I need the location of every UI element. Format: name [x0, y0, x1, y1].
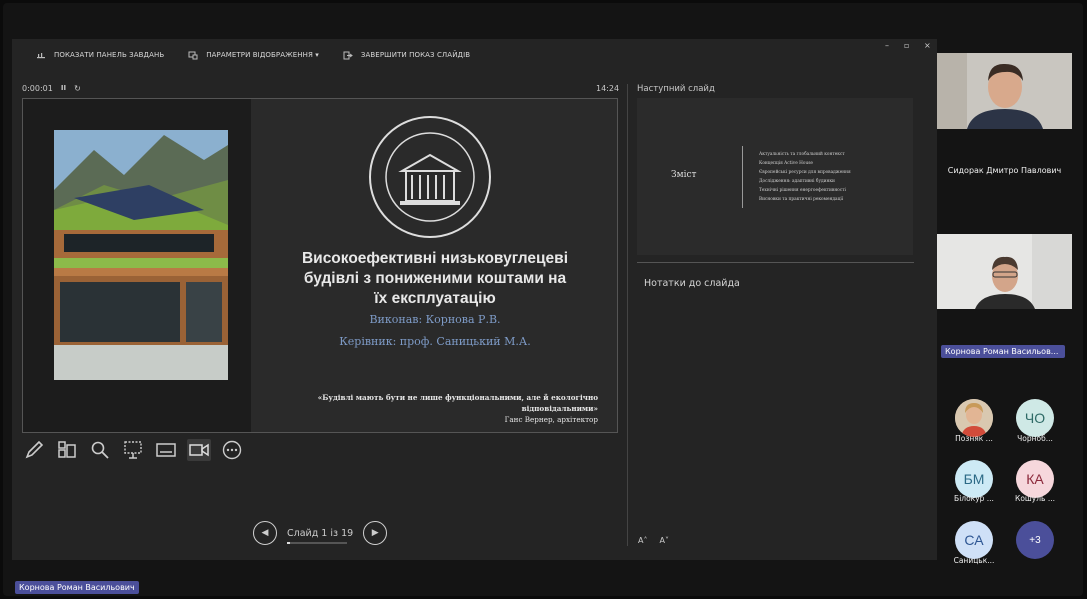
- contents-item: Висновки та практичні рекомендації: [759, 197, 844, 202]
- previous-slide-button[interactable]: ◀: [253, 521, 277, 545]
- participant-avatar-name: Позняк ...: [955, 434, 993, 443]
- notes-divider: [637, 262, 914, 263]
- contents-item: Технічні рішення енергоефективності: [759, 188, 846, 193]
- presenter-view: ПОКАЗАТИ ПАНЕЛЬ ЗАВДАНЬ ПАРАМЕТРИ ВІДОБР…: [12, 39, 937, 560]
- pane-divider[interactable]: [627, 84, 628, 546]
- next-slide-button[interactable]: ▶: [363, 521, 388, 545]
- end-slideshow-button[interactable]: ЗАВЕРШИТИ ПОКАЗ СЛАЙДІВ: [343, 51, 470, 60]
- participant-name-1: Сидорак Дмитро Павлович: [947, 166, 1062, 175]
- participant-avatar-name: Кошуль ...: [1015, 494, 1055, 503]
- green-roof-house-photo: [54, 130, 228, 380]
- camera-icon: [189, 443, 209, 457]
- slide-title-line-3: їх експлуатацію: [374, 290, 496, 307]
- participant-avatar[interactable]: СА: [955, 521, 993, 559]
- next-slide-contents: Актуальність та глобальний контекст Конц…: [759, 150, 851, 204]
- participant-video-1[interactable]: [937, 53, 1072, 129]
- more-options-button[interactable]: [220, 439, 244, 461]
- slide-progress-fill: [287, 541, 290, 544]
- quote-line-1: «Будівлі мають бути не лише функціональн…: [317, 393, 598, 402]
- contents-item: Концепція Active House: [759, 161, 813, 166]
- avatar-initials: БМ: [963, 471, 985, 487]
- show-taskbar-button[interactable]: ПОКАЗАТИ ПАНЕЛЬ ЗАВДАНЬ: [36, 51, 164, 60]
- slide-quote: «Будівлі мають бути не лише функціональн…: [298, 392, 598, 425]
- slideshow-timer: 0:00:01 II ↻: [22, 84, 81, 93]
- quote-author: Ганс Вернер, архітектор: [504, 415, 598, 424]
- decrease-font-button[interactable]: A˅: [659, 536, 668, 545]
- zoom-button[interactable]: [88, 439, 112, 461]
- increase-font-button[interactable]: A˄: [638, 536, 647, 545]
- contents-item: Дослідження: адаптивні будинки: [759, 179, 835, 184]
- next-slide-label: Наступний слайд: [637, 84, 715, 94]
- participant-avatar-name: Чорноб...: [1017, 434, 1053, 443]
- slide-title: Високоефективні низьковуглецеві будівлі …: [251, 249, 617, 309]
- participant-video-2[interactable]: [937, 234, 1072, 309]
- chevron-right-icon: ▶: [371, 528, 379, 538]
- participant-video-feed: [937, 53, 1072, 129]
- next-slide-preview[interactable]: Зміст Актуальність та глобальний контекс…: [637, 98, 913, 255]
- all-slides-icon: [58, 441, 76, 458]
- slide-author: Виконав: Корнова Р.В.: [369, 313, 501, 326]
- participant-video-feed: [937, 234, 1072, 309]
- quote-line-2: відповідальними»: [521, 404, 598, 413]
- avatar-photo: [955, 399, 993, 437]
- more-icon: [222, 440, 242, 460]
- presenter-name-chip: Корнова Роман Васильович: [15, 581, 139, 594]
- chevron-left-icon: ◀: [261, 528, 269, 538]
- subtitles-icon: [156, 443, 176, 457]
- end-slideshow-label: ЗАВЕРШИТИ ПОКАЗ СЛАЙДІВ: [360, 51, 471, 59]
- slide-supervisor: Керівник: проф. Саницький М.А.: [339, 335, 531, 348]
- pen-icon: [25, 440, 44, 459]
- current-time: 14:24: [596, 84, 620, 93]
- slide-tools-bar: [22, 439, 244, 461]
- taskbar-icon: [36, 51, 46, 60]
- contents-item: Актуальність та глобальний контекст: [759, 152, 845, 157]
- slide-title-line-1: Високоефективні низьковуглецеві: [301, 250, 569, 267]
- participant-avatar-name: Саницьк...: [953, 556, 995, 565]
- next-slide-divider: [742, 146, 743, 208]
- subtitles-button[interactable]: [154, 439, 178, 461]
- participant-avatar-name: Білокур ...: [954, 494, 994, 503]
- display-settings-label: ПАРАМЕТРИ ВІДОБРАЖЕННЯ ▾: [206, 51, 319, 59]
- participant-avatar[interactable]: ЧО: [1016, 399, 1054, 437]
- presenter-toolbar: ПОКАЗАТИ ПАНЕЛЬ ЗАВДАНЬ ПАРАМЕТРИ ВІДОБР…: [12, 39, 937, 71]
- pointer-button[interactable]: [121, 439, 145, 461]
- reset-timer-button[interactable]: ↻: [74, 84, 81, 93]
- more-participants-count: +3: [1029, 534, 1041, 546]
- slide-progress-bar: [287, 541, 347, 544]
- avatar-initials: СА: [964, 532, 984, 548]
- participant-avatar[interactable]: КА: [1016, 460, 1054, 498]
- more-participants-button[interactable]: +3: [1016, 521, 1054, 559]
- restore-button[interactable]: ▫: [904, 41, 909, 50]
- university-seal-logo: [366, 113, 494, 241]
- minimize-button[interactable]: –: [885, 41, 889, 50]
- pen-tool-button[interactable]: [22, 439, 46, 461]
- avatar-initials: КА: [1026, 471, 1044, 487]
- end-slideshow-icon: [343, 51, 353, 60]
- display-settings-button[interactable]: ПАРАМЕТРИ ВІДОБРАЖЕННЯ ▾: [188, 51, 319, 60]
- close-button[interactable]: ×: [924, 41, 931, 50]
- next-slide-title: Зміст: [671, 170, 697, 180]
- show-taskbar-label: ПОКАЗАТИ ПАНЕЛЬ ЗАВДАНЬ: [54, 51, 165, 59]
- pointer-icon: [124, 441, 142, 459]
- participant-avatar[interactable]: БМ: [955, 460, 993, 498]
- all-slides-button[interactable]: [55, 439, 79, 461]
- participant-name-2: Корнова Роман Васильов...: [941, 345, 1065, 358]
- current-slide: Високоефективні низьковуглецеві будівлі …: [22, 98, 618, 433]
- participant-avatar-photo[interactable]: [955, 399, 993, 437]
- slide-title-line-2: будівлі з пониженими коштами на: [303, 270, 567, 287]
- display-settings-icon: [188, 51, 198, 60]
- avatar-initials: ЧО: [1024, 410, 1046, 426]
- contents-item: Європейські ресурси для впровадження: [759, 170, 851, 175]
- slide-counter: Слайд 1 із 19: [287, 527, 354, 539]
- speaker-notes-label: Нотатки до слайда: [644, 278, 740, 289]
- font-size-controls: A˄ A˅: [638, 536, 669, 545]
- slide-counter-wrap: Слайд 1 із 19: [287, 527, 354, 544]
- camera-button[interactable]: [187, 439, 211, 461]
- meeting-window: ПОКАЗАТИ ПАНЕЛЬ ЗАВДАНЬ ПАРАМЕТРИ ВІДОБР…: [0, 0, 1087, 599]
- elapsed-time: 0:00:01: [22, 84, 53, 93]
- slide-navigation: ◀ Слайд 1 із 19 ▶: [253, 521, 388, 545]
- zoom-icon: [91, 441, 109, 459]
- pause-timer-button[interactable]: II: [61, 84, 66, 93]
